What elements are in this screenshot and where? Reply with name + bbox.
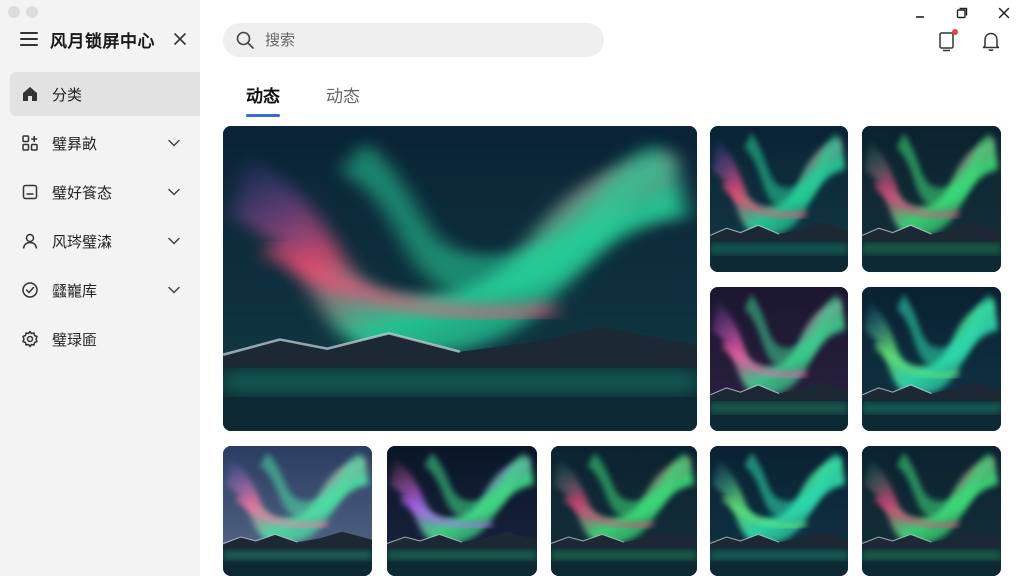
home-icon xyxy=(20,84,40,104)
bell-icon xyxy=(982,32,1000,51)
search-input[interactable] xyxy=(265,31,565,49)
menu-icon[interactable] xyxy=(20,32,38,46)
check-circle-icon xyxy=(20,280,40,300)
wallpaper-tile[interactable] xyxy=(710,446,848,576)
wallpaper-tile[interactable] xyxy=(223,446,372,576)
wallpaper-tile[interactable] xyxy=(551,446,697,576)
apps-icon xyxy=(20,133,40,153)
chevron-down-icon[interactable] xyxy=(166,233,182,249)
note-icon xyxy=(20,182,40,202)
sidebar-item-label: 分类 xyxy=(52,85,83,104)
close-sidebar-button[interactable] xyxy=(170,29,190,49)
sidebar-item-label: 璧琭匬 xyxy=(52,330,98,349)
window-dot[interactable] xyxy=(8,6,20,18)
device-notification-button[interactable] xyxy=(936,29,958,52)
user-icon xyxy=(20,231,40,251)
bell-button[interactable] xyxy=(980,30,1002,52)
close-icon xyxy=(174,33,186,45)
aurora-image xyxy=(710,126,848,272)
minimize-icon xyxy=(916,16,924,18)
header-actions xyxy=(936,29,1002,52)
window-dot[interactable] xyxy=(26,6,38,18)
wallpaper-tile-featured[interactable] xyxy=(223,126,697,431)
sidebar-item-label: 璧昪畝 xyxy=(52,134,98,153)
search-bar[interactable] xyxy=(223,23,604,57)
wallpaper-tile[interactable] xyxy=(387,446,537,576)
window-dots xyxy=(8,6,38,18)
window-controls xyxy=(910,4,1014,22)
sidebar: 风月锁屏中心 分类 璧昪畝 璧好篒态 风琌璧潹 瓥巃库 璧琭匬 xyxy=(0,0,200,576)
aurora-image xyxy=(387,446,537,576)
restore-icon xyxy=(956,7,968,19)
tab-bar: 动态 动态 xyxy=(246,82,360,117)
aurora-image xyxy=(551,446,697,576)
sidebar-item-3[interactable]: 璧好篒态 xyxy=(10,170,200,214)
chevron-down-icon[interactable] xyxy=(166,135,182,151)
wallpaper-tile[interactable] xyxy=(710,287,848,431)
minimize-button[interactable] xyxy=(910,4,930,22)
sidebar-item-label: 璧好篒态 xyxy=(52,183,113,202)
wallpaper-tile[interactable] xyxy=(862,126,1001,272)
close-icon xyxy=(998,7,1010,19)
aurora-image xyxy=(862,446,1001,576)
notification-dot xyxy=(952,29,958,35)
aurora-image xyxy=(862,126,1001,272)
aurora-image xyxy=(710,287,848,431)
sidebar-item-label: 瓥巃库 xyxy=(52,281,98,300)
sidebar-item-category[interactable]: 分类 xyxy=(10,72,200,116)
aurora-image xyxy=(223,446,372,576)
tab-dynamic[interactable]: 动态 xyxy=(246,82,280,117)
aurora-image xyxy=(223,126,697,431)
wallpaper-tile[interactable] xyxy=(710,126,848,272)
sidebar-item-2[interactable]: 璧昪畝 xyxy=(10,121,200,165)
sidebar-item-label: 风琌璧潹 xyxy=(52,232,113,251)
search-icon xyxy=(236,31,254,49)
maximize-button[interactable] xyxy=(952,4,972,22)
sidebar-header: 风月锁屏中心 xyxy=(20,22,190,56)
close-window-button[interactable] xyxy=(994,4,1014,22)
main-content: 动态 动态 xyxy=(200,0,1024,576)
sidebar-item-4[interactable]: 风琌璧潹 xyxy=(10,219,200,263)
aurora-image xyxy=(710,446,848,576)
sidebar-item-settings[interactable]: 璧琭匬 xyxy=(10,317,200,361)
tab-dynamic-2[interactable]: 动态 xyxy=(326,82,360,117)
gear-icon xyxy=(20,329,40,349)
app-title: 风月锁屏中心 xyxy=(50,31,155,52)
wallpaper-tile[interactable] xyxy=(862,287,1001,431)
sidebar-nav: 分类 璧昪畝 璧好篒态 风琌璧潹 瓥巃库 璧琭匬 xyxy=(10,72,200,366)
wallpaper-tile[interactable] xyxy=(862,446,1001,576)
aurora-image xyxy=(862,287,1001,431)
chevron-down-icon[interactable] xyxy=(166,184,182,200)
chevron-down-icon[interactable] xyxy=(166,282,182,298)
sidebar-item-5[interactable]: 瓥巃库 xyxy=(10,268,200,312)
